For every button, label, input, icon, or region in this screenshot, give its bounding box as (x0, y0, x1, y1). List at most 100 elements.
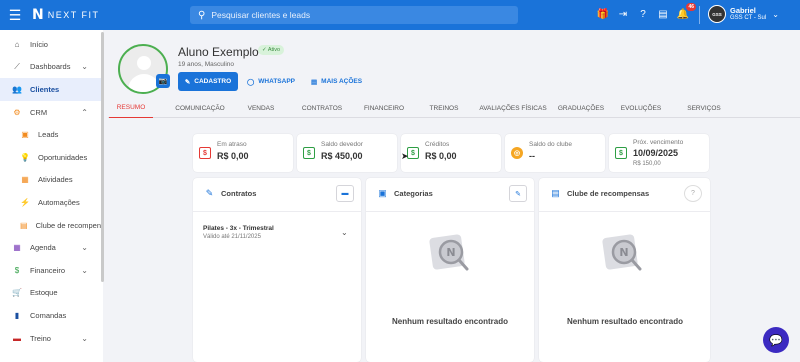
panel-contratos: ✎ Contratos ▬ Pilates - 3x - Trimestral … (193, 178, 361, 362)
search-icon: ⚲ (198, 9, 206, 21)
more-actions-button[interactable]: ▤ MAIS AÇÕES (311, 72, 362, 91)
user-name: Gabriel (730, 5, 756, 15)
sidebar-item-comandas[interactable]: ▮ Comandas (0, 304, 103, 327)
sidebar-item-label: Automações (38, 197, 80, 207)
help-icon[interactable]: ? (684, 185, 702, 202)
contract-valid: Válido até 21/11/2025 (203, 234, 261, 240)
chart-icon: ⟋ (14, 61, 20, 71)
help-icon[interactable]: ? (636, 7, 650, 21)
sidebar-item-label: Comandas (30, 310, 67, 320)
receipt-icon: ▮ (14, 310, 20, 320)
stat-label: Em atraso (217, 141, 247, 148)
gift-icon[interactable]: 🎁 (596, 7, 610, 21)
student-name: Aluno Exemplo (178, 45, 259, 59)
people-icon: 👥 (12, 84, 22, 94)
dumbbell-icon: ▬ (13, 333, 21, 343)
cart-icon: 🛒 (12, 288, 22, 298)
sidebar-item-automacoes[interactable]: ⚡ Automações (0, 191, 103, 214)
camera-icon[interactable]: 📷 (156, 74, 170, 88)
sidebar-item-label: Treino (30, 333, 51, 343)
tab-bar: RESUMO COMUNICAÇÃO VENDAS CONTRATOS FINA… (108, 98, 800, 118)
chevron-down-icon[interactable]: ⌄ (341, 228, 348, 237)
money-icon: $ (14, 265, 20, 275)
chevron-down-icon: ⌄ (81, 62, 88, 72)
search-bar[interactable]: ⚲ (190, 6, 518, 24)
sidebar-item-treino[interactable]: ▬ Treino ⌄ (0, 327, 103, 350)
sidebar-item-estoque[interactable]: 🛒 Estoque (0, 282, 103, 305)
tab-comunicacao[interactable]: COMUNICAÇÃO (170, 98, 230, 118)
logo-mark-icon: N (32, 7, 44, 23)
sidebar-item-label: Financeiro (30, 265, 66, 275)
tab-servicos[interactable]: SERVIÇOS (684, 98, 724, 118)
divider (539, 211, 710, 212)
list-icon: ▤ (311, 78, 318, 86)
edit-icon[interactable]: ✎ (509, 185, 527, 202)
sidebar-scrollbar[interactable] (101, 32, 104, 282)
reward-icon: ▤ (20, 220, 28, 230)
empty-state-icon: N (429, 234, 469, 271)
reward-icon: ▤ (551, 188, 560, 198)
stat-value: 10/09/2025 (633, 148, 679, 158)
user-unit: GSS CT - Sul (730, 14, 767, 21)
logo-text: NEXT FIT (47, 10, 100, 20)
sidebar-item-label: CRM (30, 107, 48, 117)
user-menu[interactable]: GSS Gabriel GSS CT - Sul ⌄ (708, 5, 779, 23)
logo[interactable]: N NEXT FIT (32, 7, 100, 23)
sidebar-item-inicio[interactable]: ⌂ Início (0, 33, 103, 56)
tab-contratos[interactable]: CONTRATOS (296, 98, 348, 118)
notification-badge: 46 (686, 3, 696, 11)
tab-treinos[interactable]: TREINOS (425, 98, 463, 118)
sidebar: ⌂ Início ⟋ Dashboards ⌄ 👥 Clientes ⚙ CRM ⌃ ▣ Le… (0, 30, 103, 362)
chat-support-icon[interactable]: 💬 (763, 327, 789, 353)
chat-icon[interactable]: ▤ (656, 7, 670, 21)
sidebar-item-financeiro[interactable]: $ Financeiro ⌄ (0, 259, 103, 282)
tab-vendas[interactable]: VENDAS (243, 98, 279, 118)
divider (366, 211, 534, 212)
sidebar-item-atividades[interactable]: ▦ Atividades (0, 169, 103, 192)
automation-icon: ⚡ (20, 197, 30, 207)
whatsapp-icon: ◯ (247, 78, 255, 86)
status-label: Ativo (267, 47, 281, 53)
sidebar-item-crm[interactable]: ⚙ CRM ⌃ (0, 101, 103, 124)
chevron-down-icon: ⌄ (81, 243, 88, 253)
tab-avaliacoes[interactable]: AVALIAÇÕES FÍSICAS (477, 98, 549, 118)
sidebar-item-clube[interactable]: ▤ Clube de recompensas (0, 214, 103, 237)
mouse-cursor-icon: ➤ (401, 151, 409, 161)
contract-name: Pilates - 3x - Trimestral (203, 225, 274, 232)
tab-evolucoes[interactable]: EVOLUÇÕES (619, 98, 663, 118)
money-icon: $ (199, 147, 211, 159)
stat-value: R$ 0,00 (217, 151, 249, 161)
tab-graduacoes[interactable]: GRADUAÇÕES (557, 98, 605, 118)
sidebar-item-oportunidades[interactable]: 💡 Oportunidades (0, 146, 103, 169)
sidebar-item-label: Estoque (30, 288, 58, 298)
bell-icon[interactable]: 🔔 46 (676, 3, 696, 21)
sidebar-item-dashboards[interactable]: ⟋ Dashboards ⌄ (0, 56, 103, 79)
divider (699, 6, 700, 24)
sidebar-item-clientes[interactable]: 👥 Clientes (0, 78, 103, 101)
search-input[interactable] (211, 10, 492, 20)
checkin-icon[interactable]: ⇥ (616, 7, 630, 21)
sidebar-item-label: Início (30, 39, 48, 49)
whatsapp-label: WHATSAPP (258, 78, 295, 85)
tab-resumo[interactable]: RESUMO (109, 98, 153, 118)
sidebar-item-agenda[interactable]: ▦ Agenda ⌄ (0, 236, 103, 259)
chevron-down-icon: ⌄ (772, 9, 779, 19)
sidebar-item-leads[interactable]: ▣ Leads (0, 123, 103, 146)
contract-icon: ✎ (205, 188, 214, 198)
chevron-down-icon: ⌄ (81, 265, 88, 275)
sidebar-item-label: Leads (38, 130, 59, 140)
folder-icon[interactable]: ▬ (336, 185, 354, 202)
chevron-up-icon: ⌃ (81, 107, 88, 117)
sidebar-item-label: Oportunidades (38, 152, 88, 162)
menu-icon[interactable]: ☰ (0, 0, 30, 30)
cadastro-button[interactable]: ✎ CADASTRO (178, 72, 238, 91)
top-icons: 🎁 ⇥ ? ▤ 🔔 46 (596, 3, 696, 21)
panel-title: Clube de recompensas (567, 189, 650, 198)
stat-em-atraso: $ Em atraso R$ 0,00 (193, 134, 293, 172)
avatar: GSS (708, 5, 726, 23)
home-icon: ⌂ (14, 39, 20, 49)
whatsapp-button[interactable]: ◯ WHATSAPP (247, 72, 295, 91)
tab-financeiro[interactable]: FINANCEIRO (358, 98, 410, 118)
empty-text: Nenhum resultado encontrado (566, 317, 683, 326)
calendar-icon: ▦ (13, 243, 21, 253)
